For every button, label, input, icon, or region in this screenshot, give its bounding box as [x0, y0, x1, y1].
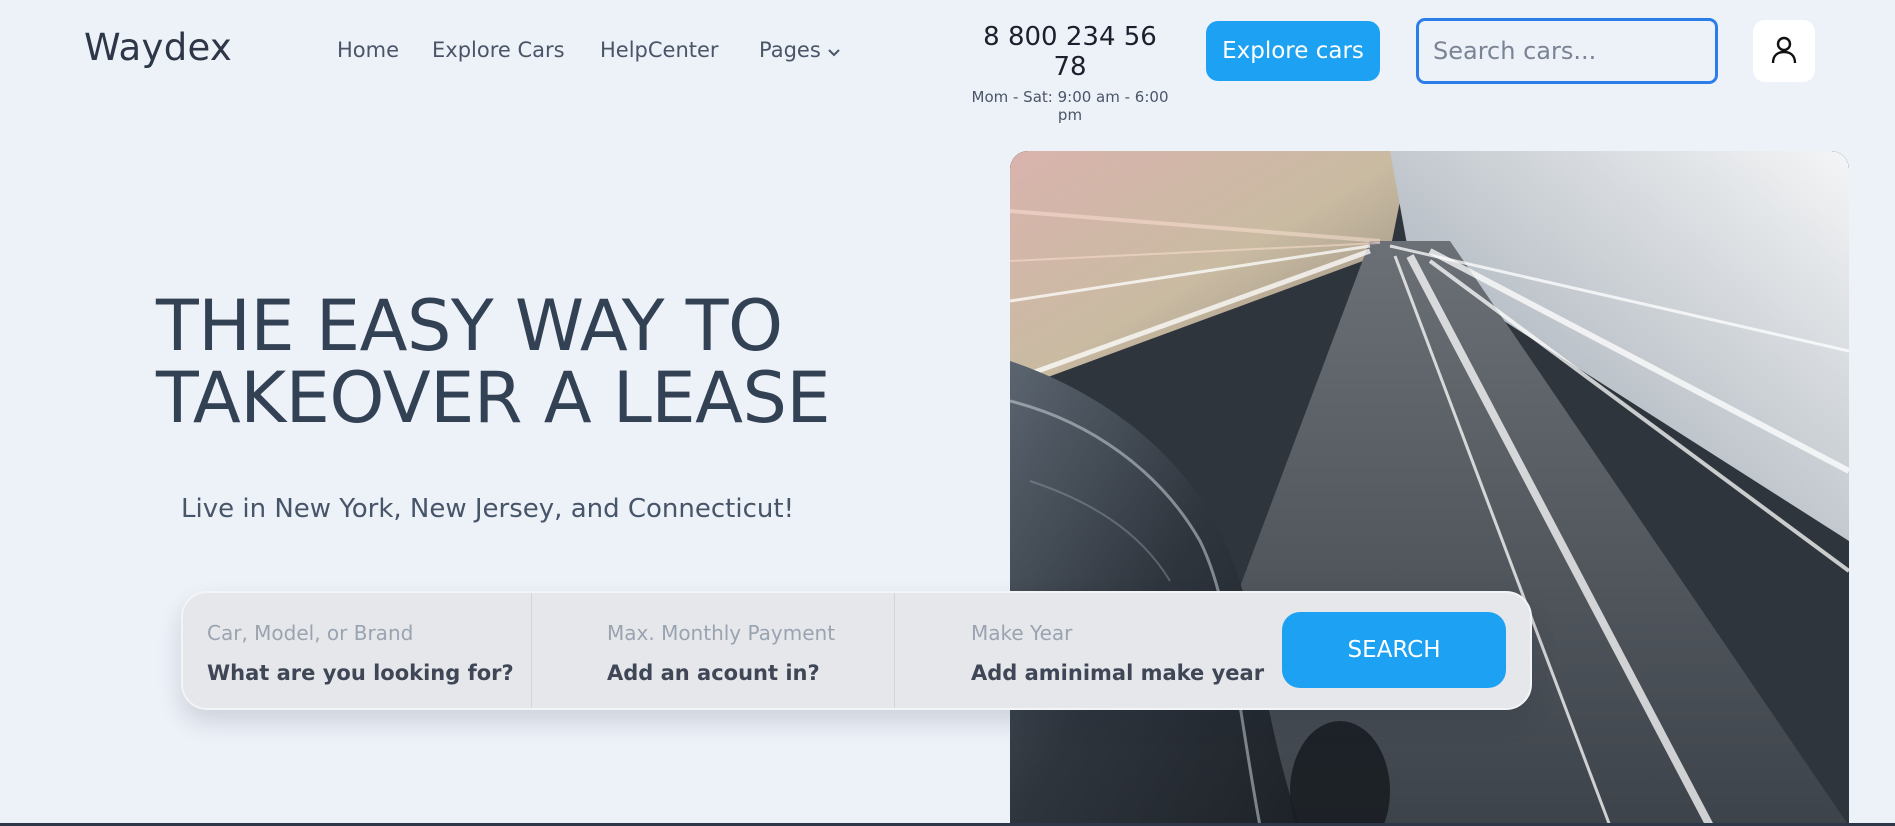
make-year-value: Add aminimal make year [971, 661, 1265, 685]
logo[interactable]: Waydex [84, 26, 232, 69]
car-model-brand-field[interactable]: Car, Model, or Brand What are you lookin… [207, 593, 527, 708]
user-icon [1770, 35, 1798, 68]
car-model-brand-value: What are you looking for? [207, 661, 514, 685]
phone-number[interactable]: 8 800 234 56 78 [965, 22, 1175, 82]
user-account-button[interactable] [1753, 20, 1815, 82]
hero-image [1010, 151, 1849, 826]
page: Waydex Home Explore Cars HelpCenter Page… [0, 0, 1895, 826]
make-year-label: Make Year [971, 621, 1073, 645]
hero-title-line-2: TAKEOVER A LEASE [156, 357, 831, 439]
nav-home[interactable]: Home [337, 38, 399, 62]
hero-subtitle: Live in New York, New Jersey, and Connec… [181, 494, 794, 524]
nav-explore-cars[interactable]: Explore Cars [432, 38, 565, 62]
search-input[interactable] [1419, 21, 1715, 81]
make-year-field[interactable]: Make Year Add aminimal make year [971, 593, 1265, 708]
nav-helpcenter[interactable]: HelpCenter [600, 38, 719, 62]
field-divider [531, 593, 532, 708]
search-submit-button[interactable]: SEARCH [1282, 612, 1506, 688]
max-monthly-payment-value: Add an acount in? [607, 661, 820, 685]
nav-pages[interactable]: Pages [759, 38, 841, 63]
max-monthly-payment-label: Max. Monthly Payment [607, 621, 836, 645]
lease-search-bar: Car, Model, or Brand What are you lookin… [181, 591, 1532, 710]
hero-title: THE EASY WAY TO TAKEOVER A LEASE [156, 285, 831, 439]
explore-cars-button[interactable]: Explore cars [1206, 21, 1380, 81]
chevron-down-icon [827, 39, 841, 63]
car-model-brand-label: Car, Model, or Brand [207, 621, 414, 645]
nav-pages-label: Pages [759, 38, 821, 62]
max-monthly-payment-field[interactable]: Max. Monthly Payment Add an acount in? [607, 593, 887, 708]
header-search [1416, 18, 1718, 84]
hero-title-line-1: THE EASY WAY TO [156, 285, 783, 367]
business-hours: Mom - Sat: 9:00 am - 6:00 pm [971, 88, 1169, 124]
field-divider [894, 593, 895, 708]
contact-info: 8 800 234 56 78 Mom - Sat: 9:00 am - 6:0… [965, 22, 1175, 124]
